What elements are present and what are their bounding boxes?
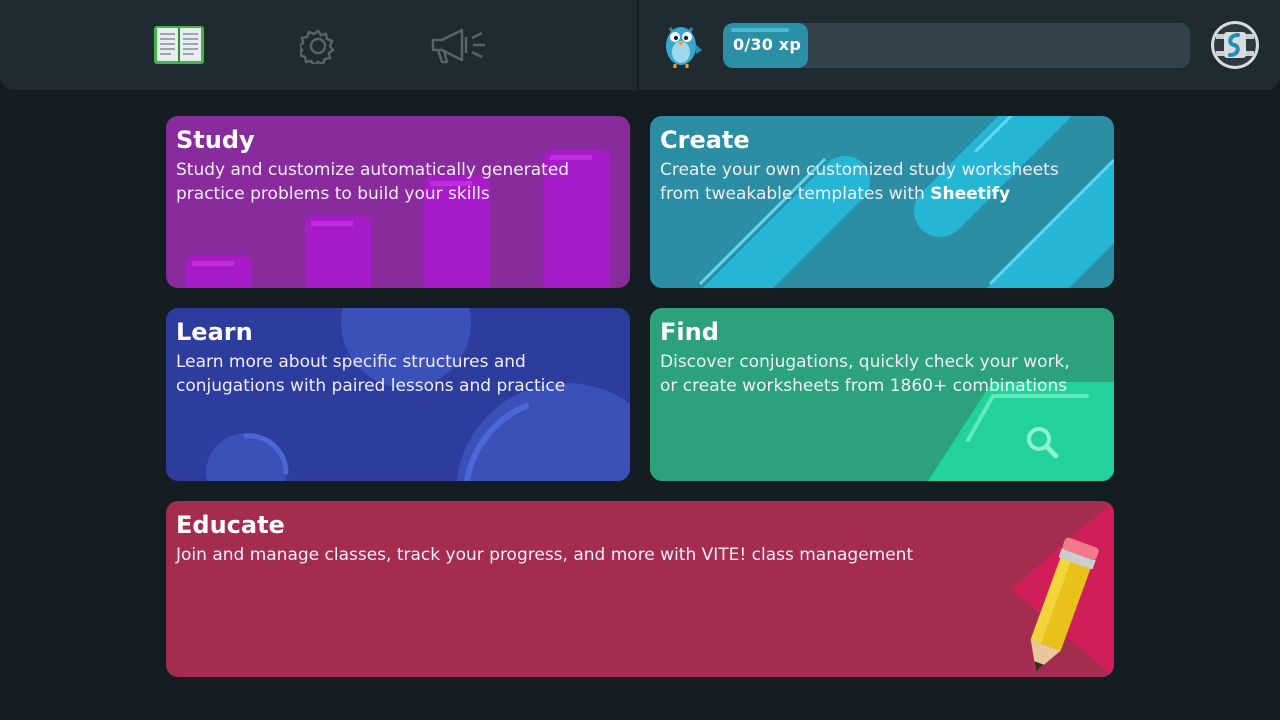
create-card[interactable]: Create Create your own customized study …	[650, 116, 1114, 288]
find-description: Discover conjugations, quickly check you…	[660, 352, 1070, 396]
study-description: Study and customize automatically genera…	[176, 160, 570, 204]
learn-title: Learn	[176, 318, 253, 346]
find-title: Find	[660, 318, 719, 346]
study-card[interactable]: Study Study and customize automatically …	[166, 116, 630, 288]
book-icon[interactable]	[153, 24, 205, 66]
sheetify-label: Sheetify	[930, 184, 1011, 204]
find-card[interactable]: Find Discover conjugations, quickly chec…	[650, 308, 1114, 481]
top-bar: 0/30 xp	[0, 0, 1280, 90]
profile-avatar-icon[interactable]	[1210, 20, 1260, 74]
bird-mascot-icon	[661, 20, 703, 74]
create-description: Create your own customized study workshe…	[660, 158, 1100, 206]
learn-description: Learn more about specific structures and…	[176, 352, 566, 396]
educate-description: Join and manage classes, track your prog…	[176, 545, 914, 565]
educate-title: Educate	[176, 511, 285, 539]
gear-icon[interactable]	[300, 28, 336, 64]
megaphone-icon[interactable]	[430, 27, 488, 65]
xp-label: 0/30 xp	[733, 35, 801, 54]
xp-progress-bar: 0/30 xp	[723, 23, 1190, 68]
create-title: Create	[660, 126, 750, 154]
pencil-graphic-decoration	[1011, 501, 1114, 677]
educate-card[interactable]: Educate Join and manage classes, track y…	[166, 501, 1114, 677]
learn-card[interactable]: Learn Learn more about specific structur…	[166, 308, 630, 481]
topbar-divider	[637, 0, 639, 90]
study-title: Study	[176, 126, 255, 154]
